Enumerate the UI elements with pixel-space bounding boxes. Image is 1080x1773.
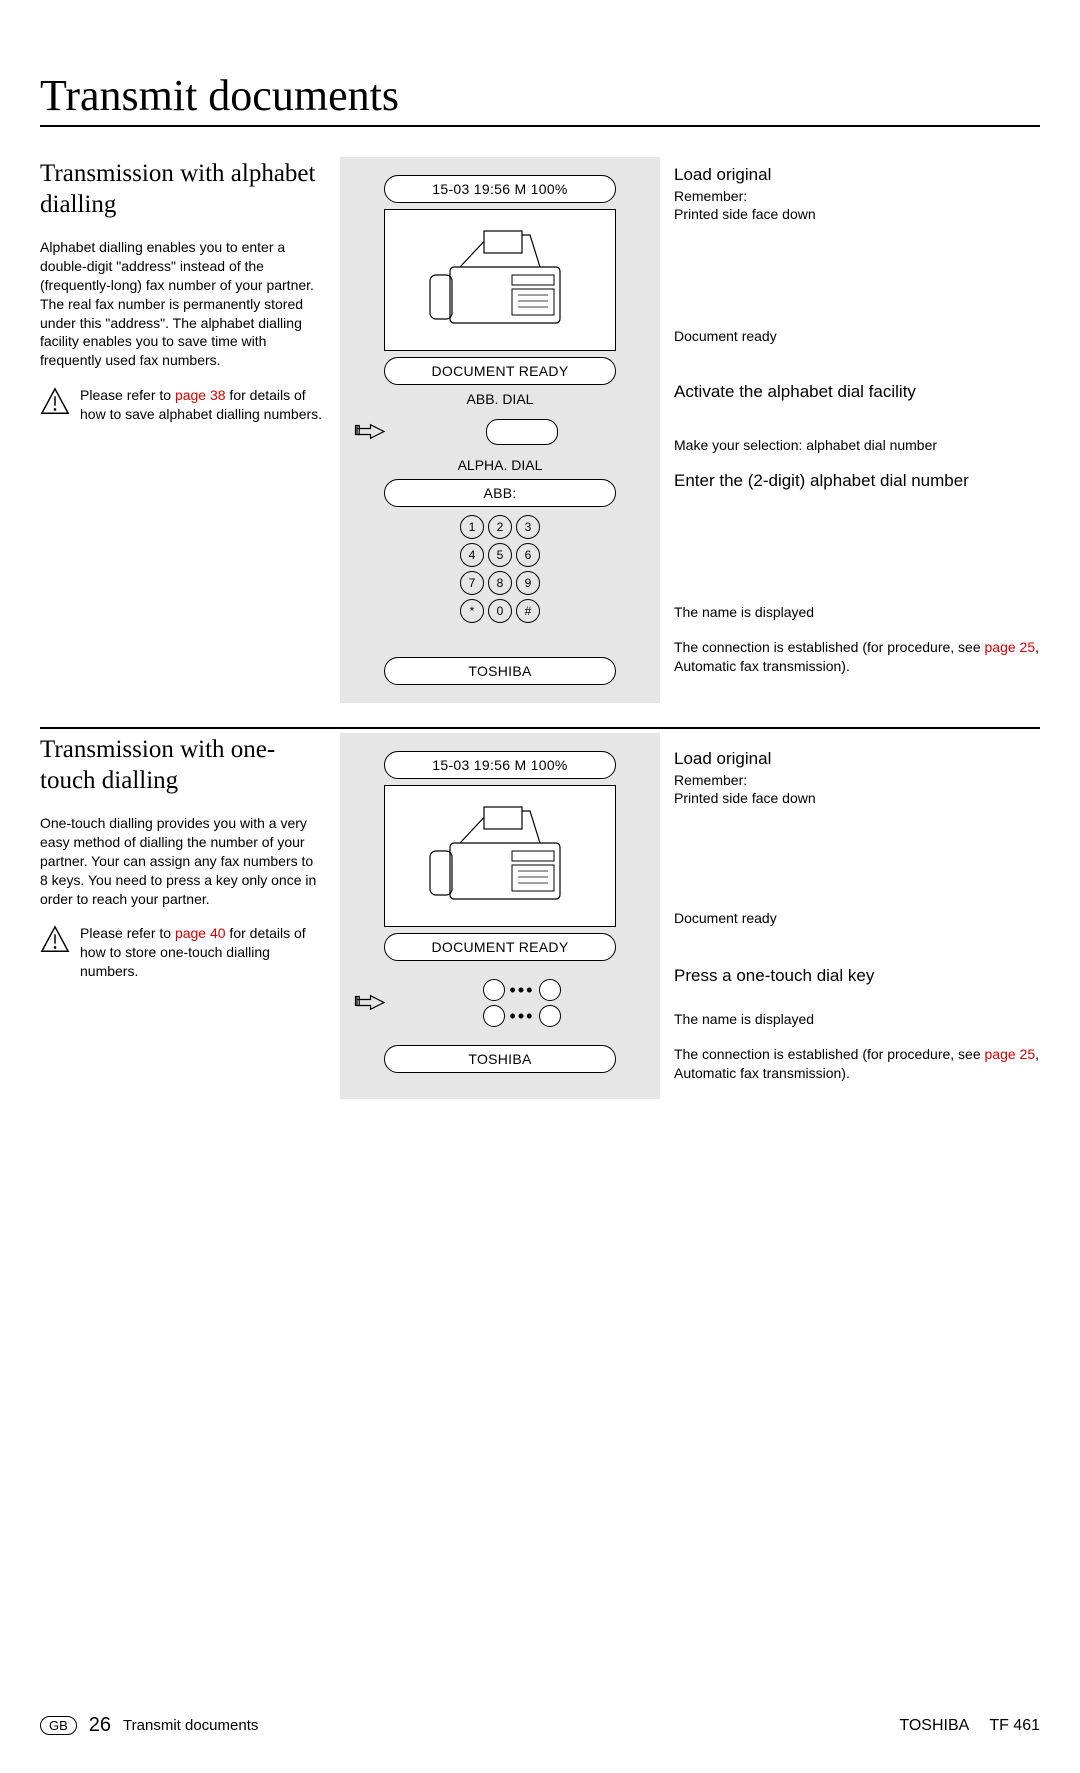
label-alpha-dial: ALPHA. DIAL xyxy=(354,457,646,473)
page-number: 26 xyxy=(89,1714,111,1737)
note-text-pre2: Please refer to xyxy=(80,925,175,941)
key-4[interactable]: 4 xyxy=(460,543,484,567)
pointing-hand-icon xyxy=(354,418,390,447)
step-load-note: Remember: Printed side face down xyxy=(674,187,1040,223)
display-abb-prompt: ABB: xyxy=(384,479,616,507)
section1-note: Please refer to page 38 for details of h… xyxy=(80,386,324,424)
key-2[interactable]: 2 xyxy=(488,515,512,539)
key-8[interactable]: 8 xyxy=(488,571,512,595)
display-doc-ready-2: DOCUMENT READY xyxy=(384,933,616,961)
page38-link[interactable]: page 38 xyxy=(175,387,226,403)
label-abb-dial: ABB. DIAL xyxy=(354,391,646,407)
footer-model: TF 461 xyxy=(989,1717,1040,1735)
footer-brand: TOSHIBA xyxy=(899,1717,969,1735)
step2-load-original: Load original xyxy=(674,749,1040,769)
language-badge: GB xyxy=(40,1716,77,1735)
abb-dial-button[interactable] xyxy=(486,419,558,445)
key-hash[interactable]: # xyxy=(516,599,540,623)
dots-icon: ••• xyxy=(510,1009,535,1023)
key-9[interactable]: 9 xyxy=(516,571,540,595)
page-title: Transmit documents xyxy=(40,70,1040,127)
section2-note: Please refer to page 40 for details of h… xyxy=(80,924,324,981)
key-3[interactable]: 3 xyxy=(516,515,540,539)
dots-icon: ••• xyxy=(510,983,535,997)
numeric-keypad: 1 2 3 4 5 6 7 8 9 * 0 # xyxy=(460,515,540,623)
note-face-down2: Printed side face down xyxy=(674,790,816,806)
key-7[interactable]: 7 xyxy=(460,571,484,595)
onetouch-keys: ••• ••• xyxy=(483,979,562,1027)
step2-press-key: Press a one-touch dial key xyxy=(674,966,1040,986)
section1-body: Alphabet dialling enables you to enter a… xyxy=(40,238,324,370)
note-remember: Remember: xyxy=(674,188,747,204)
section1-heading: Transmission with alphabet dialling xyxy=(40,159,324,220)
warning-icon xyxy=(40,386,70,416)
section-onetouch-dialling: Transmission with one-touch dialling One… xyxy=(40,727,1040,1099)
note-face-down: Printed side face down xyxy=(674,206,816,222)
key-0[interactable]: 0 xyxy=(488,599,512,623)
page-footer: GB 26 Transmit documents TOSHIBA TF 461 xyxy=(40,1714,1040,1737)
fax-illustration xyxy=(384,209,616,351)
step-doc-ready: Document ready xyxy=(674,327,1040,346)
step2-name-displayed: The name is displayed xyxy=(674,1010,1040,1029)
fax-illustration-2 xyxy=(384,785,616,927)
onetouch-key[interactable] xyxy=(539,1005,561,1027)
note-remember2: Remember: xyxy=(674,772,747,788)
conn-pre: The connection is established (for proce… xyxy=(674,639,985,655)
display-name-result: TOSHIBA xyxy=(384,657,616,685)
step-connection: The connection is established (for proce… xyxy=(674,638,1040,676)
key-1[interactable]: 1 xyxy=(460,515,484,539)
display-time-2: 15-03 19:56 M 100% xyxy=(384,751,616,779)
onetouch-key[interactable] xyxy=(483,979,505,1001)
key-6[interactable]: 6 xyxy=(516,543,540,567)
step-name-displayed: The name is displayed xyxy=(674,603,1040,622)
display-time: 15-03 19:56 M 100% xyxy=(384,175,616,203)
step2-connection: The connection is established (for proce… xyxy=(674,1045,1040,1083)
pointing-hand-icon xyxy=(354,989,390,1018)
step-enter-number: Enter the (2-digit) alphabet dial number xyxy=(674,471,1040,491)
step-make-selection: Make your selection: alphabet dial numbe… xyxy=(674,436,1040,455)
footer-section-name: Transmit documents xyxy=(123,1717,258,1734)
page40-link[interactable]: page 40 xyxy=(175,925,226,941)
step2-load-note: Remember: Printed side face down xyxy=(674,771,1040,807)
onetouch-key[interactable] xyxy=(539,979,561,1001)
page25-link-2[interactable]: page 25 xyxy=(985,1046,1036,1062)
section-alphabet-dialling: Transmission with alphabet dialling Alph… xyxy=(40,157,1040,703)
warning-icon xyxy=(40,924,70,954)
key-star[interactable]: * xyxy=(460,599,484,623)
note-text-pre: Please refer to xyxy=(80,387,175,403)
section2-body: One-touch dialling provides you with a v… xyxy=(40,814,324,908)
page25-link[interactable]: page 25 xyxy=(985,639,1036,655)
step2-doc-ready: Document ready xyxy=(674,909,1040,928)
section2-heading: Transmission with one-touch dialling xyxy=(40,735,324,796)
display-doc-ready: DOCUMENT READY xyxy=(384,357,616,385)
key-5[interactable]: 5 xyxy=(488,543,512,567)
step-load-original: Load original xyxy=(674,165,1040,185)
conn-pre2: The connection is established (for proce… xyxy=(674,1046,985,1062)
onetouch-key[interactable] xyxy=(483,1005,505,1027)
step-activate: Activate the alphabet dial facility xyxy=(674,382,1040,402)
display-name-result-2: TOSHIBA xyxy=(384,1045,616,1073)
